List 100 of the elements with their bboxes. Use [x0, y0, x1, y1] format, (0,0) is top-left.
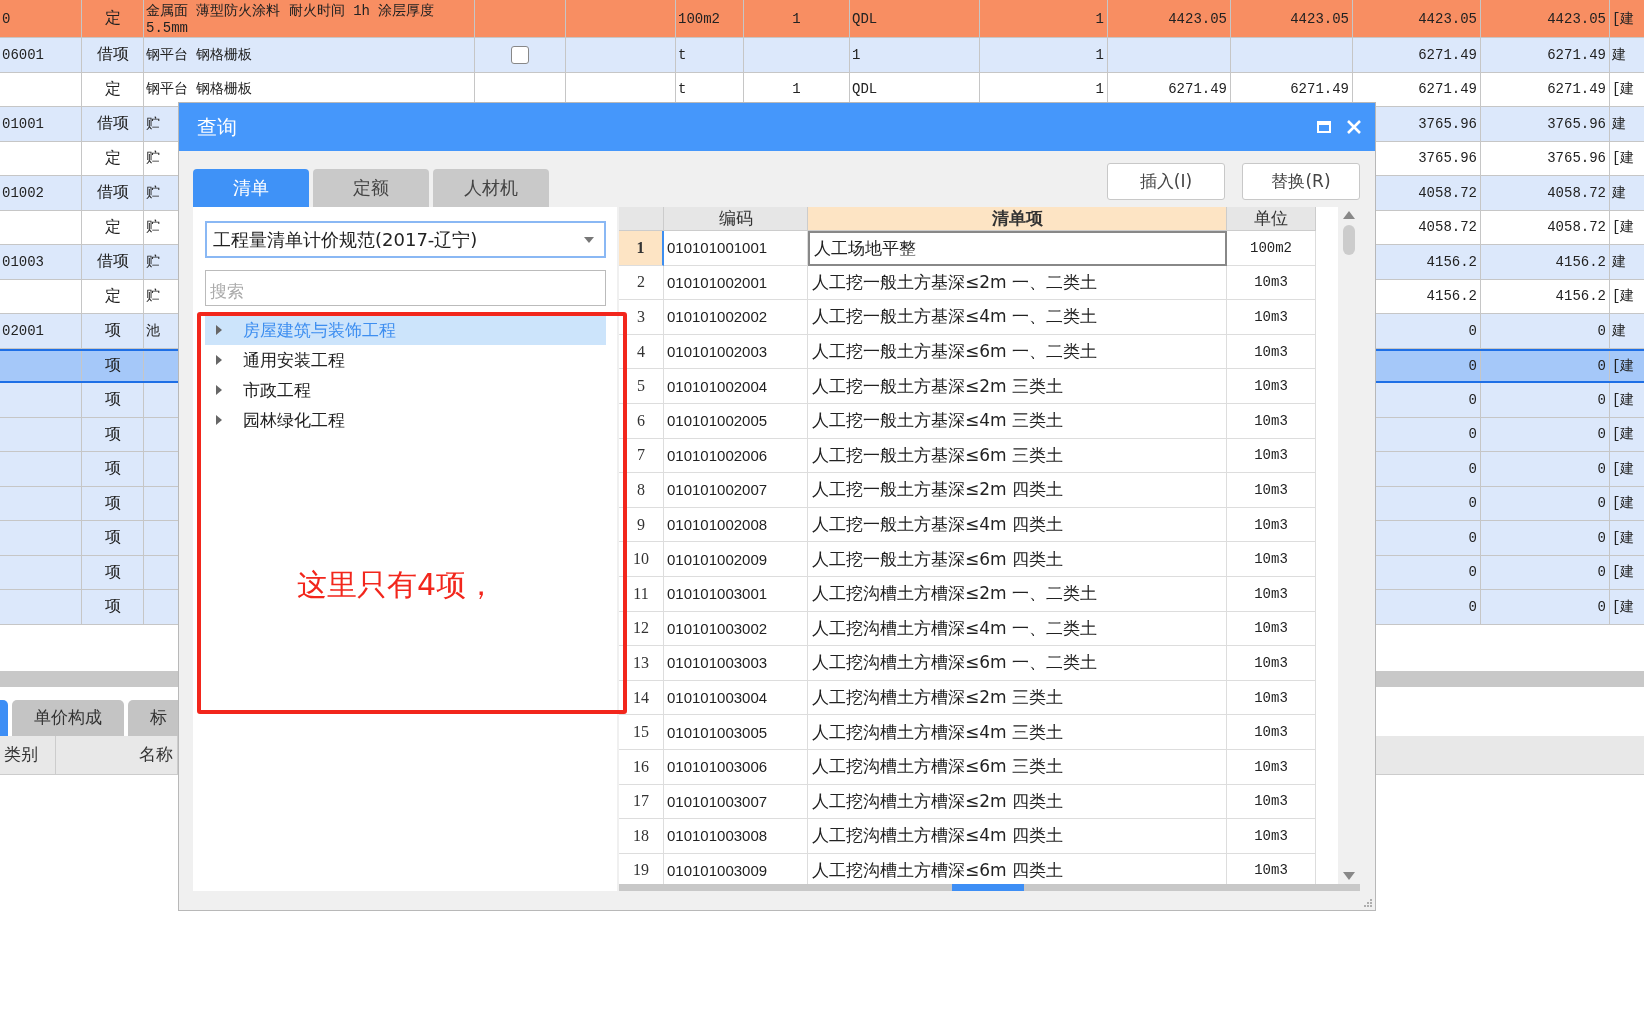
table-row[interactable]: 06001 借项 钢平台 钢格栅板 t 1 1 6271.49 6271.49 建 — [0, 38, 1644, 73]
table-cell: 10m3 — [1227, 334, 1316, 370]
table-cell: 4156.2 — [1426, 253, 1477, 270]
scrollbar-thumb[interactable] — [1343, 225, 1355, 255]
row-number: 2 — [619, 265, 664, 301]
table-cell: QDL — [852, 81, 878, 98]
table-cell: [建 — [1612, 528, 1635, 547]
row-number: 1 — [619, 231, 664, 266]
table-cell: 人工挖一般土方基深≤2m 三类土 — [808, 369, 1227, 404]
table-cell: 0 — [1597, 495, 1606, 512]
table-cell: 建 — [1612, 45, 1626, 64]
expand-arrow-icon[interactable] — [215, 385, 223, 395]
table-cell: 项 — [104, 527, 121, 549]
maximize-icon[interactable] — [1317, 121, 1331, 133]
tab[interactable] — [0, 699, 8, 736]
table-cell: 1 — [1095, 81, 1104, 98]
table-cell: [建 — [1612, 494, 1635, 513]
table-cell: 贮 — [146, 218, 160, 237]
table-cell: 贮 — [146, 287, 160, 306]
table-cell: 0 — [1468, 564, 1477, 581]
table-cell: 6271.49 — [1290, 81, 1349, 98]
table-cell: 借项 — [96, 113, 129, 135]
table-cell: [建 — [1612, 287, 1635, 306]
tree-item[interactable]: 市政工程 — [205, 375, 606, 405]
table-cell: 项 — [104, 355, 121, 377]
table-cell: 10m3 — [1227, 507, 1316, 543]
table-cell: 4058.72 — [1418, 219, 1477, 236]
table-cell: 人工挖一般土方基深≤4m 三类土 — [808, 403, 1227, 439]
dialog-button[interactable]: 替换(R) — [1242, 163, 1360, 200]
table-cell: 建 — [1612, 321, 1626, 340]
table-row[interactable]: 0 定 金属面 薄型防火涂料 耐火时间 1h 涂层厚度 5.5mm 100m2 1 QDL 1 4423.05 4423.05 4423.05 4423.05 [建 — [0, 0, 1644, 38]
row-number: 15 — [619, 715, 664, 750]
table-cell: 01003 — [2, 253, 44, 270]
table-cell: 3765.96 — [1418, 115, 1477, 132]
close-icon[interactable] — [1347, 120, 1361, 134]
table-cell: 人工挖一般土方基深≤2m 一、二类土 — [808, 265, 1227, 301]
table-cell: 建 — [1612, 252, 1626, 271]
table-cell: 010101001001 — [664, 231, 808, 266]
table-cell: 010101002008 — [664, 507, 808, 543]
table-cell: 100m2 — [1227, 231, 1316, 266]
scrollbar[interactable] — [619, 884, 1360, 891]
table-cell: 0 — [1597, 357, 1606, 374]
tree-item[interactable]: 园林绿化工程 — [205, 405, 606, 435]
table-cell: 0 — [1468, 460, 1477, 477]
table-cell: 6271.49 — [1418, 81, 1477, 98]
expand-arrow-icon[interactable] — [215, 355, 223, 365]
scroll-down-icon[interactable] — [1343, 872, 1355, 880]
dialog-button[interactable]: 插入(I) — [1107, 163, 1225, 200]
tab[interactable]: 单价构成 — [12, 699, 124, 736]
table-cell: [建 — [1612, 425, 1635, 444]
table-cell: 06001 — [2, 46, 44, 63]
table-cell: 0 — [1468, 495, 1477, 512]
table-cell: 1 — [792, 81, 801, 98]
table-cell: 定 — [104, 285, 121, 307]
table-cell: 贮 — [146, 183, 160, 202]
standard-dropdown[interactable]: 工程量清单计价规范(2017-辽宁) — [205, 221, 606, 258]
table-cell: 贮 — [146, 149, 160, 168]
table-cell: 人工挖沟槽土方槽深≤4m 三类土 — [808, 715, 1227, 750]
expand-arrow-icon[interactable] — [215, 325, 223, 335]
table-cell: 010101002009 — [664, 542, 808, 577]
table-cell: 6271.49 — [1418, 46, 1477, 63]
column-header[interactable]: 清单项 — [808, 207, 1227, 231]
table-cell: [建 — [1612, 597, 1635, 616]
table-cell: 建 — [1612, 114, 1626, 133]
table-cell: 人工挖沟槽土方槽深≤6m 一、二类土 — [808, 646, 1227, 681]
table-cell: 借项 — [96, 44, 129, 66]
table-cell: 人工场地平整 — [808, 231, 1227, 266]
tab[interactable]: 人材机 — [433, 169, 549, 207]
table-cell: 10m3 — [1227, 611, 1316, 647]
table-cell: 10m3 — [1227, 369, 1316, 404]
table-cell: 定 — [104, 8, 121, 29]
search-field[interactable]: 搜索 — [205, 270, 606, 306]
checkbox[interactable] — [511, 45, 529, 64]
table-cell: 0 — [1597, 391, 1606, 408]
tab[interactable]: 定额 — [313, 169, 429, 207]
table-cell: [建 — [1612, 9, 1635, 28]
table-cell: t — [678, 81, 687, 98]
table-cell: 0 — [1597, 322, 1606, 339]
table-cell: 定 — [104, 147, 121, 169]
table-cell: 010101003004 — [664, 680, 808, 716]
table-cell: 建 — [1612, 183, 1626, 202]
table-cell: 3765.96 — [1547, 150, 1606, 167]
annotation-text: 这里只有4项， — [297, 566, 497, 604]
table-cell: 010101003005 — [664, 715, 808, 750]
table-cell: 人工挖一般土方基深≤6m 四类土 — [808, 542, 1227, 577]
column-header[interactable]: 单位 — [1227, 207, 1316, 231]
tree-item[interactable]: 通用安装工程 — [205, 345, 606, 375]
table-cell: 10m3 — [1227, 265, 1316, 301]
table-cell: 人工挖一般土方基深≤4m 一、二类土 — [808, 300, 1227, 335]
table-cell: 010101002006 — [664, 438, 808, 474]
table-cell: 0 — [1468, 426, 1477, 443]
resize-grip-icon[interactable] — [1363, 898, 1373, 908]
table-cell: 10m3 — [1227, 438, 1316, 474]
table-cell: 4156.2 — [1555, 288, 1606, 305]
table-cell: 人工挖沟槽土方槽深≤2m 三类土 — [808, 680, 1227, 716]
table-cell: 010101002001 — [664, 265, 808, 301]
table-cell: 4058.72 — [1547, 219, 1606, 236]
table-cell: 人工挖沟槽土方槽深≤4m 一、二类土 — [808, 611, 1227, 647]
table-cell: 人工挖沟槽土方槽深≤2m 四类土 — [808, 784, 1227, 820]
expand-arrow-icon[interactable] — [215, 415, 223, 425]
